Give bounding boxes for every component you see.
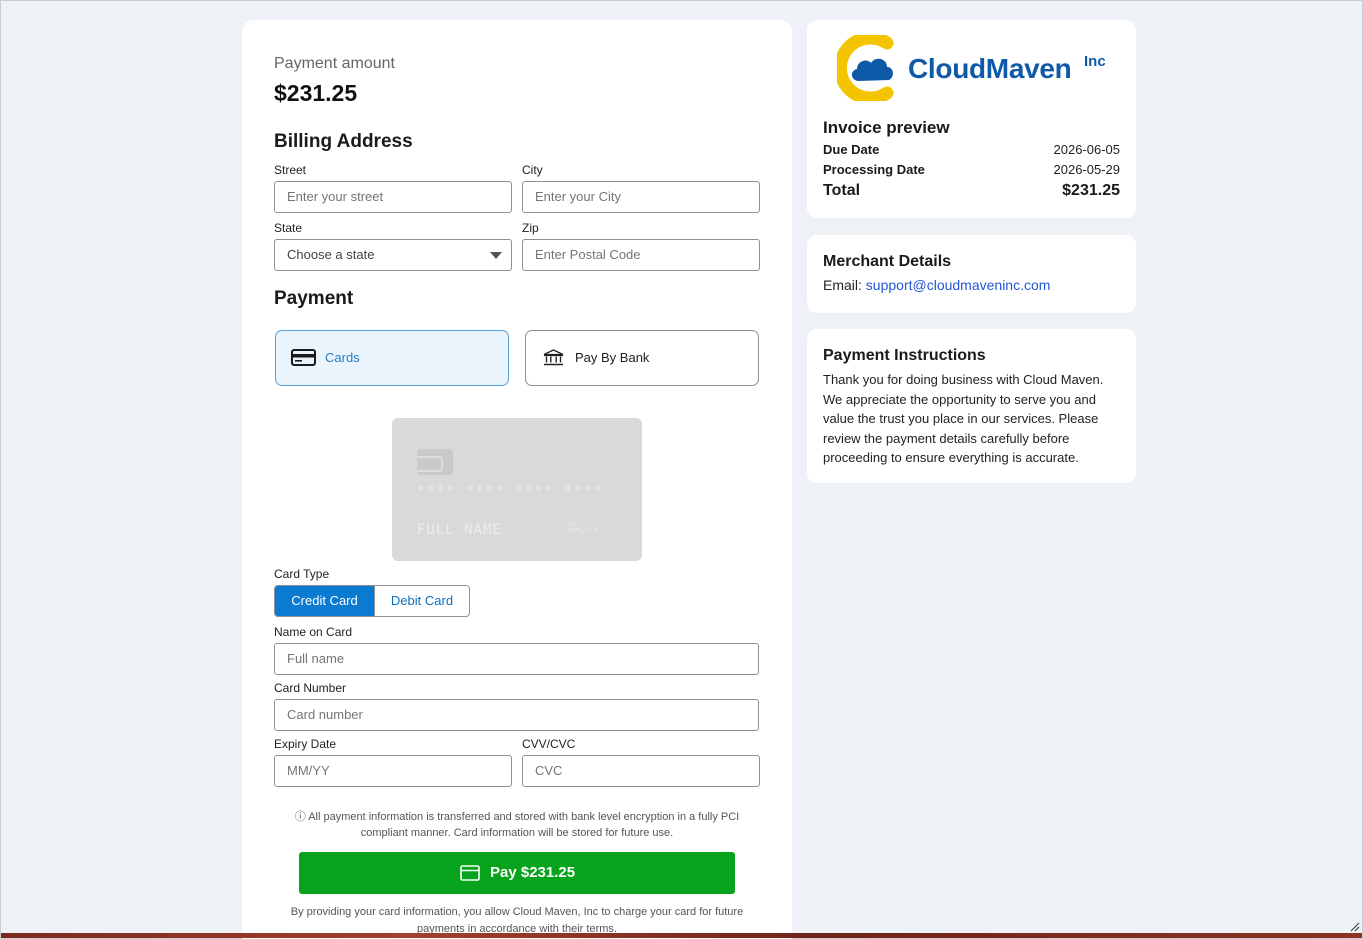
cloud-logo-icon	[837, 35, 894, 101]
billing-address-title: Billing Address	[274, 131, 413, 152]
cards-label: Cards	[325, 350, 360, 365]
card-preview: **** **** **** **** FULL NAME VALID THRU…	[392, 418, 642, 561]
due-date-label: Due Date	[823, 142, 880, 157]
payment-instructions-title: Payment Instructions	[823, 347, 986, 364]
state-select[interactable]: Choose a state	[274, 239, 512, 271]
encryption-notice: ⓘ All payment information is transferred…	[294, 811, 740, 839]
zip-label: Zip	[522, 221, 539, 235]
payment-instructions-text: Thank you for doing business with Cloud …	[823, 372, 1104, 465]
payment-form-card: Payment amount $231.25 Billing Address S…	[242, 20, 792, 939]
payment-method-cards[interactable]: Cards	[275, 330, 509, 386]
state-select-value: Choose a state	[287, 247, 375, 262]
merchant-details-title: Merchant Details	[823, 253, 952, 270]
total-label: Total	[823, 182, 861, 199]
processing-date-label: Processing Date	[823, 162, 925, 177]
card-preview-number: **** **** **** ****	[417, 484, 604, 499]
logo-text: CloudMaven	[908, 53, 1072, 84]
city-input[interactable]: Enter your City	[522, 181, 760, 213]
chevron-down-icon	[490, 252, 502, 259]
zip-input[interactable]: Enter Postal Code	[522, 239, 760, 271]
pay-button[interactable]: Pay $231.25	[299, 852, 735, 894]
merchant-panel: Merchant Details Email: support@cloudmav…	[807, 235, 1136, 313]
bank-icon	[543, 349, 564, 369]
bank-label: Pay By Bank	[575, 350, 650, 365]
payment-amount-value: $231.25	[274, 80, 358, 106]
resize-grip-icon[interactable]	[1350, 922, 1360, 932]
invoice-preview-title: Invoice preview	[823, 118, 950, 137]
cvc-label: CVV/CVC	[522, 737, 576, 751]
logo-suffix: Inc	[1084, 53, 1106, 70]
card-preview-name: FULL NAME	[417, 522, 502, 538]
taskbar-strip	[1, 933, 1362, 938]
card-outline-icon	[460, 865, 480, 885]
street-label: Street	[274, 163, 307, 177]
debit-card-option[interactable]: Debit Card	[374, 586, 469, 616]
payment-amount-label: Payment amount	[274, 55, 395, 72]
card-number-label: Card Number	[274, 681, 347, 695]
total-value: $231.25	[1062, 182, 1120, 199]
invoice-panel: CloudMaven Inc Invoice preview Due Date …	[807, 20, 1136, 218]
merchant-email-row: Email: support@cloudmaveninc.com	[823, 277, 1050, 293]
street-input[interactable]: Enter your street	[274, 181, 512, 213]
expiry-date-input[interactable]: MM/YY	[274, 755, 512, 787]
email-label: Email:	[823, 277, 862, 293]
due-date-value: 2026-06-05	[1053, 142, 1121, 157]
company-logo: CloudMaven Inc	[837, 35, 1112, 101]
card-type-label: Card Type	[274, 567, 330, 581]
name-on-card-input[interactable]: Full name	[274, 643, 759, 675]
payment-method-bank[interactable]: Pay By Bank	[525, 330, 759, 386]
pay-button-label: Pay $231.25	[490, 864, 576, 881]
card-type-toggle: Credit Card Debit Card	[274, 585, 470, 617]
expiry-date-label: Expiry Date	[274, 737, 337, 751]
processing-date-value: 2026-05-29	[1053, 162, 1121, 177]
card-chip-icon	[417, 449, 453, 475]
merchant-email-link[interactable]: support@cloudmaveninc.com	[866, 277, 1051, 293]
credit-card-option[interactable]: Credit Card	[275, 586, 374, 616]
cvc-input[interactable]: CVC	[522, 755, 760, 787]
state-label: State	[274, 221, 303, 235]
instructions-panel: Payment Instructions Thank you for doing…	[807, 329, 1136, 483]
card-preview-expiry: **/**	[568, 527, 601, 537]
credit-card-icon	[291, 349, 316, 369]
payment-title: Payment	[274, 288, 354, 309]
city-label: City	[522, 163, 543, 177]
card-number-input[interactable]: Card number	[274, 699, 759, 731]
name-on-card-label: Name on Card	[274, 625, 353, 639]
